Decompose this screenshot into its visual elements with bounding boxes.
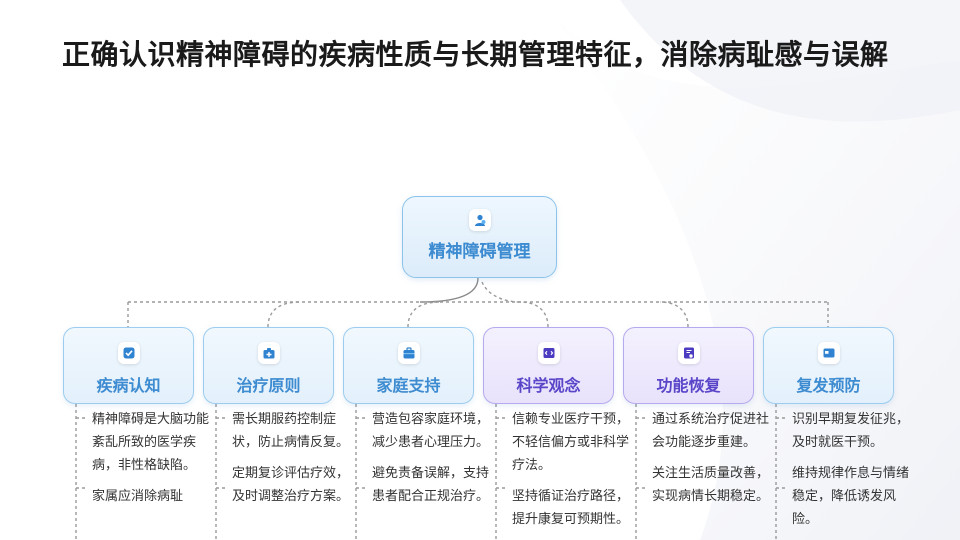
node-family-support: 家庭支持 [343, 327, 474, 404]
node-relapse-prevention: 复发预防 [763, 327, 894, 404]
desc-item: 识别早期复发征兆，及时就医干预。 [792, 412, 910, 450]
desc-disease-cognition: 精神障碍是大脑功能紊乱所致的医学疾病，非性格缺陷。 家属应消除病耻 [92, 408, 210, 516]
desc-scientific-concept: 信赖专业医疗干预，不轻信偏方或非科学疗法。 坚持循证治疗路径，提升康复可预期性。 [512, 408, 630, 539]
desc-item: 精神障碍是大脑功能紊乱所致的医学疾病，非性格缺陷。 [92, 412, 210, 473]
desc-item: 家属应消除病耻 [92, 489, 184, 504]
desc-item: 需长期服药控制症状，防止病情反复。 [232, 412, 350, 450]
desc-item: 维持规律作息与情绪稳定，降低诱发风险。 [792, 466, 910, 527]
desc-item: 营造包容家庭环境，减少患者心理压力。 [372, 412, 490, 450]
desc-item: 坚持循证治疗路径，提升康复可预期性。 [512, 489, 630, 527]
desc-item: 信赖专业医疗干预，不轻信偏方或非科学疗法。 [512, 412, 630, 473]
desc-function-recovery: 通过系统治疗促进社会功能逐步重建。 关注生活质量改善，实现病情长期稳定。 [652, 408, 770, 516]
desc-relapse-prevention: 识别早期复发征兆，及时就医干预。 维持规律作息与情绪稳定，降低诱发风险。 [792, 408, 910, 539]
document-settings-icon [677, 342, 700, 364]
desc-item: 通过系统治疗促进社会功能逐步重建。 [652, 412, 770, 450]
node-function-recovery: 功能恢复 [623, 327, 754, 404]
node-label: 疾病认知 [96, 376, 161, 395]
check-square-icon [117, 342, 140, 364]
desc-item: 定期复诊评估疗效，及时调整治疗方案。 [232, 466, 350, 504]
desc-item: 关注生活质量改善，实现病情长期稳定。 [652, 466, 770, 504]
person-heart-icon [468, 209, 491, 231]
node-disease-cognition: 疾病认知 [63, 327, 194, 404]
node-label: 科学观念 [516, 376, 581, 395]
desc-treatment-principle: 需长期服药控制症状，防止病情反复。 定期复诊评估疗效，及时调整治疗方案。 [232, 408, 350, 516]
node-label: 功能恢复 [656, 376, 721, 395]
node-label: 复发预防 [796, 376, 861, 395]
desc-item: 避免责备误解，支持患者配合正规治疗。 [372, 466, 490, 504]
briefcase-icon [397, 342, 420, 364]
node-label: 家庭支持 [376, 376, 441, 395]
medicine-kit-icon [257, 342, 280, 364]
code-window-icon [537, 342, 560, 364]
window-icon [817, 342, 840, 364]
desc-family-support: 营造包容家庭环境，减少患者心理压力。 避免责备误解，支持患者配合正规治疗。 [372, 408, 490, 516]
node-scientific-concept: 科学观念 [483, 327, 614, 404]
root-node: 精神障碍管理 [402, 196, 557, 278]
root-label: 精神障碍管理 [428, 242, 531, 262]
node-treatment-principle: 治疗原则 [203, 327, 334, 404]
node-label: 治疗原则 [236, 376, 301, 395]
